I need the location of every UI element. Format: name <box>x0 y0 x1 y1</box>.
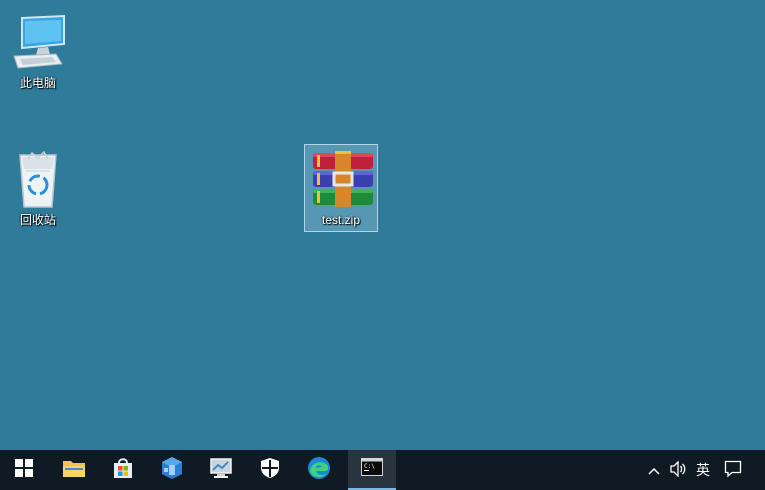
desktop-icon-test-zip[interactable]: test.zip <box>304 144 378 232</box>
file-explorer-icon <box>62 457 86 484</box>
microsoft-store-icon <box>112 457 134 484</box>
taskbar-edge[interactable] <box>295 450 343 490</box>
windows-security-icon <box>260 457 280 484</box>
desktop[interactable]: 此电脑 回收站 test.zip <box>0 0 765 450</box>
start-button[interactable] <box>0 450 48 490</box>
taskbar-file-explorer[interactable] <box>50 450 98 490</box>
taskbar-microsoft-store[interactable] <box>99 450 147 490</box>
chevron-up-icon <box>648 462 660 478</box>
desktop-icon-this-pc[interactable]: 此电脑 <box>1 8 75 90</box>
remote-desktop-icon <box>208 457 234 484</box>
terminal-icon: C:\ <box>361 457 383 481</box>
edge-icon <box>307 456 331 485</box>
tray-volume[interactable] <box>666 450 690 490</box>
taskbar-windows-security[interactable] <box>246 450 294 490</box>
desktop-icon-label: test.zip <box>321 213 360 227</box>
this-pc-icon <box>8 12 68 72</box>
tray-action-center[interactable] <box>720 450 746 490</box>
windows-start-icon <box>15 458 33 482</box>
app-icon <box>161 456 183 485</box>
taskbar-remote-desktop[interactable] <box>197 450 245 490</box>
desktop-icon-recycle-bin[interactable]: 回收站 <box>1 145 75 227</box>
taskbar-app[interactable] <box>148 450 196 490</box>
speaker-icon <box>669 459 687 480</box>
recycle-bin-icon <box>8 149 68 209</box>
tray-show-hidden-icons[interactable] <box>644 450 664 490</box>
winrar-archive-icon <box>311 149 373 209</box>
desktop-icon-label: 回收站 <box>19 213 56 227</box>
taskbar-terminal[interactable]: C:\ <box>348 450 396 490</box>
svg-text:C:\: C:\ <box>364 463 375 470</box>
action-center-icon <box>724 460 742 481</box>
input-language-label: 英 <box>696 462 710 478</box>
tray-input-language[interactable]: 英 <box>692 450 714 490</box>
taskbar: C:\ 英 <box>0 450 765 490</box>
desktop-icon-label: 此电脑 <box>19 76 56 90</box>
